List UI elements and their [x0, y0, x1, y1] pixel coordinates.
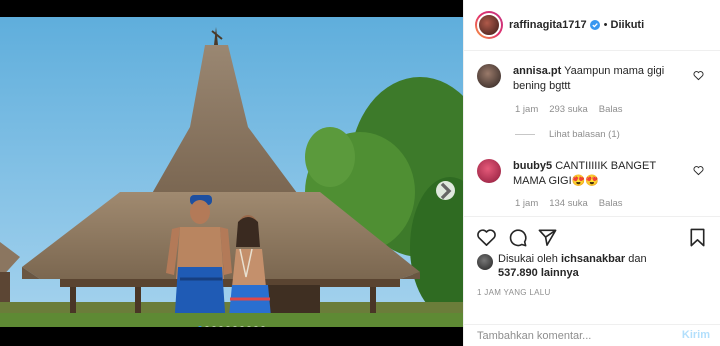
likes-prefix: Disukai oleh — [498, 253, 558, 265]
carousel-dot — [205, 326, 209, 327]
post-actions: Disukai oleh ichsanakbar dan 537.890 lai… — [464, 216, 720, 324]
next-photo-button[interactable] — [436, 181, 455, 200]
view-replies-label: Lihat balasan (1) — [549, 129, 620, 140]
comment-item: annisa.pt Yaampun mama gigi bening bgttt — [477, 64, 708, 94]
header-separator: • — [603, 19, 608, 31]
carousel-dot — [240, 326, 244, 327]
post-comment-button[interactable]: Kirim — [682, 329, 710, 341]
carousel-dot — [233, 326, 237, 327]
author-username[interactable]: raffinagita1717 — [509, 19, 587, 31]
share-send-icon[interactable] — [537, 227, 558, 248]
carousel-dot — [261, 326, 265, 327]
likes-suffix[interactable]: lainnya — [541, 267, 579, 279]
add-comment-input[interactable] — [477, 326, 667, 345]
comment-like-count[interactable]: 293 suka — [549, 104, 588, 115]
comment-time: 1 jam — [515, 198, 539, 209]
reply-button[interactable]: Balas — [599, 104, 623, 115]
liker-username[interactable]: ichsanakbar — [561, 253, 625, 265]
reply-button[interactable]: Balas — [599, 198, 623, 209]
comment-meta: 1 jam 134 suka Balas — [515, 198, 623, 209]
likes-conj: dan — [628, 253, 647, 265]
post-header: raffinagita1717 • Diikuti — [464, 0, 720, 51]
carousel-dot — [219, 326, 223, 327]
likes-summary: Disukai oleh ichsanakbar dan 537.890 lai… — [477, 252, 658, 280]
comment-bubble-icon[interactable] — [507, 227, 528, 248]
comment-like-count[interactable]: 134 suka — [549, 198, 588, 209]
comment-like-heart-icon[interactable] — [693, 165, 704, 176]
verified-badge-icon — [589, 20, 600, 30]
post-image — [0, 17, 463, 327]
carousel-dot — [226, 326, 230, 327]
like-heart-icon[interactable] — [476, 227, 497, 248]
carousel-indicator — [0, 326, 463, 327]
post-photo[interactable] — [0, 17, 463, 327]
comment-like-heart-icon[interactable] — [693, 70, 704, 81]
comment-meta: 1 jam 293 suka Balas — [515, 104, 623, 115]
post-side-panel: raffinagita1717 • Diikuti annisa.pt Yaam… — [463, 0, 720, 346]
add-comment-bar: Kirim — [464, 324, 720, 346]
carousel-dot — [198, 326, 202, 327]
view-replies-button[interactable]: Lihat balasan (1) — [515, 129, 620, 140]
commenter-avatar[interactable] — [477, 64, 501, 88]
liker-avatar[interactable] — [477, 254, 493, 270]
carousel-dot — [247, 326, 251, 327]
post-timestamp: 1 JAM YANG LALU — [477, 288, 551, 297]
comment-text-block: buuby5 CANTIIIIIK BANGET MAMA GIGI😍😍 — [513, 159, 673, 189]
chevron-right-icon — [440, 182, 452, 199]
action-icons-bar — [476, 227, 708, 249]
likes-count[interactable]: 537.890 — [498, 267, 538, 279]
comment-time: 1 jam — [515, 104, 539, 115]
comment-text-block: annisa.pt Yaampun mama gigi bening bgttt — [513, 64, 673, 94]
instagram-post-modal: raffinagita1717 • Diikuti annisa.pt Yaam… — [0, 0, 720, 346]
following-button[interactable]: Diikuti — [611, 19, 645, 31]
comments-list: annisa.pt Yaampun mama gigi bening bgttt… — [464, 51, 720, 216]
divider-line — [515, 134, 535, 135]
comment-item: buuby5 CANTIIIIIK BANGET MAMA GIGI😍😍 — [477, 159, 708, 189]
commenter-username[interactable]: buuby5 — [513, 160, 552, 172]
commenter-username[interactable]: annisa.pt — [513, 65, 561, 77]
save-bookmark-icon[interactable] — [687, 227, 708, 248]
author-avatar[interactable] — [475, 11, 503, 39]
carousel-dot — [212, 326, 216, 327]
carousel-dot — [254, 326, 258, 327]
commenter-avatar[interactable] — [477, 159, 501, 183]
